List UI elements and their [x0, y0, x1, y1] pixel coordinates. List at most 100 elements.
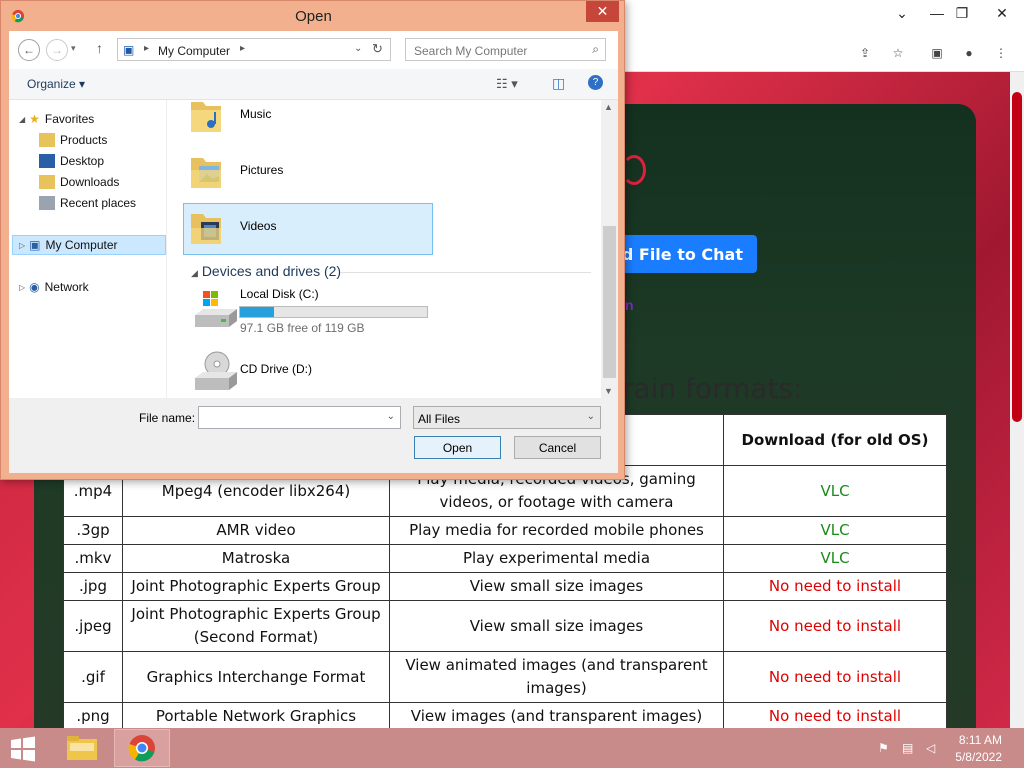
file-name-label: File name: — [139, 411, 196, 425]
drive-label: CD Drive (D:) — [240, 362, 312, 376]
up-arrow-icon[interactable]: ↑ — [96, 40, 103, 56]
recent-locations-icon[interactable]: ▾ — [71, 43, 76, 54]
tree-item-recent-places[interactable]: Recent places — [39, 193, 136, 213]
cell-download: VLC — [723, 516, 947, 545]
profile-icon[interactable]: ● — [956, 40, 982, 66]
computer-icon: ▣ — [123, 43, 135, 57]
dialog-close-button[interactable]: ✕ — [586, 1, 619, 22]
address-text: My Computer — [158, 44, 231, 58]
cell-extension: .mkv — [63, 544, 123, 573]
volume-muted-icon[interactable]: ◁ — [926, 741, 935, 755]
search-icon[interactable]: ⌕ — [592, 42, 599, 57]
star-icon[interactable]: ☆ — [885, 40, 911, 66]
table-row: .mkv Matroska Play experimental media VLC — [63, 544, 947, 573]
videos-folder-icon — [191, 214, 221, 244]
table-row: .3gp AMR video Play media for recorded mob… — [63, 516, 947, 545]
scroll-down-icon[interactable]: ▼ — [604, 386, 613, 396]
partial-link[interactable]: n — [625, 297, 634, 313]
flag-icon[interactable]: ⚑ — [878, 741, 889, 755]
file-name-input[interactable]: ⌄ — [198, 406, 401, 429]
file-type-dropdown-icon[interactable]: ⌄ — [587, 411, 595, 422]
network-icon[interactable]: ▤ — [902, 741, 913, 755]
view-options-icon[interactable]: ☷ ▾ — [496, 76, 518, 92]
search-box[interactable]: Search My Computer ⌕ — [405, 38, 606, 61]
logo-icon — [622, 155, 646, 185]
address-bar[interactable]: ▣ ▸ My Computer ▸ ⌄ ↻ — [117, 38, 391, 61]
cell-use: Play experimental media — [389, 544, 724, 573]
cell-format-name: Graphics Interchange Format — [122, 651, 390, 703]
table-row: .jpg Joint Photographic Experts Group View… — [63, 572, 947, 601]
refresh-icon[interactable]: ↻ — [372, 41, 383, 57]
tree-item-desktop[interactable]: Desktop — [39, 151, 104, 171]
restore-button[interactable]: ❐ — [945, 0, 979, 26]
preview-pane-icon[interactable]: ◫ — [552, 75, 565, 92]
cell-extension: .3gp — [63, 516, 123, 545]
tree-item-network[interactable]: ▷ ◉ Network — [19, 277, 89, 297]
dialog-titlebar[interactable]: Open ✕ — [1, 1, 626, 31]
tree-item-my-computer[interactable]: ▷ ▣ My Computer — [19, 235, 118, 255]
tree-item-favorites[interactable]: ◢ ★ Favorites — [19, 109, 94, 129]
star-icon: ★ — [29, 112, 40, 126]
navigation-pane: ◢ ★ Favorites Products Desktop Downloads — [9, 100, 167, 398]
cell-extension: .gif — [63, 651, 123, 703]
cell-download: No need to install — [723, 702, 947, 731]
dialog-nav-bar: ← → ▾ ↑ ▣ ▸ My Computer ▸ ⌄ ↻ Search My … — [9, 31, 618, 69]
tree-item-downloads[interactable]: Downloads — [39, 172, 119, 192]
share-icon[interactable]: ⇪ — [852, 40, 878, 66]
table-header-download: Download (for old OS) — [723, 414, 947, 466]
start-button[interactable] — [6, 735, 40, 763]
tree-label: Network — [44, 280, 89, 294]
folder-label: Music — [240, 107, 272, 121]
file-name-dropdown-icon[interactable]: ⌄ — [387, 411, 395, 422]
tree-label: Desktop — [60, 154, 105, 168]
clock-date[interactable]: 5/8/2022 — [955, 750, 1002, 764]
page-scrollbar-thumb[interactable] — [1012, 92, 1022, 422]
expanded-chevron-icon[interactable]: ◢ — [19, 115, 25, 124]
folder-icon — [39, 133, 55, 147]
help-icon[interactable]: ? — [588, 75, 603, 90]
table-row: .gif Graphics Interchange Format View anim… — [63, 651, 947, 703]
sidepanel-icon[interactable]: ▣ — [924, 40, 950, 66]
command-bar: Organize ▾ ☷ ▾ ◫ ? — [9, 69, 618, 100]
organize-menu[interactable]: Organize ▾ — [27, 77, 85, 91]
cancel-button[interactable]: Cancel — [514, 436, 601, 459]
dialog-title: Open — [295, 8, 332, 25]
cell-use: Play media for recorded mobile phones — [389, 516, 724, 545]
collapse-chevron-icon[interactable]: ◢ — [191, 268, 198, 278]
folder-pictures[interactable]: Pictures — [183, 146, 433, 200]
breadcrumb-chevron-icon: ▸ — [240, 43, 246, 54]
chrome-taskbar-icon[interactable] — [114, 729, 170, 767]
open-button[interactable]: Open — [414, 436, 501, 459]
back-button[interactable]: ← — [18, 39, 40, 61]
address-dropdown-icon[interactable]: ⌄ — [354, 43, 362, 54]
folder-music[interactable]: Music — [183, 100, 433, 144]
tree-label: Recent places — [60, 196, 137, 210]
section-divider — [341, 272, 591, 273]
devices-section-header[interactable]: ◢ Devices and drives (2) — [191, 263, 341, 279]
forward-button[interactable]: → — [46, 39, 68, 61]
disk-usage-fill — [240, 307, 275, 317]
file-explorer-taskbar-icon[interactable] — [54, 729, 110, 767]
close-window-button[interactable]: ✕ — [985, 0, 1019, 26]
file-type-select[interactable]: All Files ⌄ — [413, 406, 601, 429]
desktop-icon — [39, 154, 55, 168]
drive-cd[interactable]: CD Drive (D:) — [183, 348, 443, 398]
drive-label: Local Disk (C:) — [240, 287, 319, 301]
windows-logo-icon — [11, 736, 35, 762]
folder-videos[interactable]: Videos — [183, 202, 433, 256]
collapsed-chevron-icon[interactable]: ▷ — [19, 283, 25, 292]
cell-use: View animated images (and transparent im… — [389, 651, 724, 703]
cell-download: No need to install — [723, 600, 947, 652]
tree-label: Downloads — [60, 175, 120, 189]
tab-search-icon[interactable]: ⌄ — [885, 0, 919, 26]
disk-free-space: 97.1 GB free of 119 GB — [240, 321, 365, 335]
file-list-scroll-thumb[interactable] — [603, 226, 616, 378]
collapsed-chevron-icon[interactable]: ▷ — [19, 241, 25, 250]
file-type-value: All Files — [418, 412, 461, 426]
menu-icon[interactable]: ⋮ — [988, 40, 1014, 66]
tree-label: Products — [60, 133, 108, 147]
tree-item-products[interactable]: Products — [39, 130, 107, 150]
clock-time[interactable]: 8:11 AM — [959, 733, 1002, 747]
recent-places-icon — [39, 196, 55, 210]
scroll-up-icon[interactable]: ▲ — [604, 102, 613, 112]
